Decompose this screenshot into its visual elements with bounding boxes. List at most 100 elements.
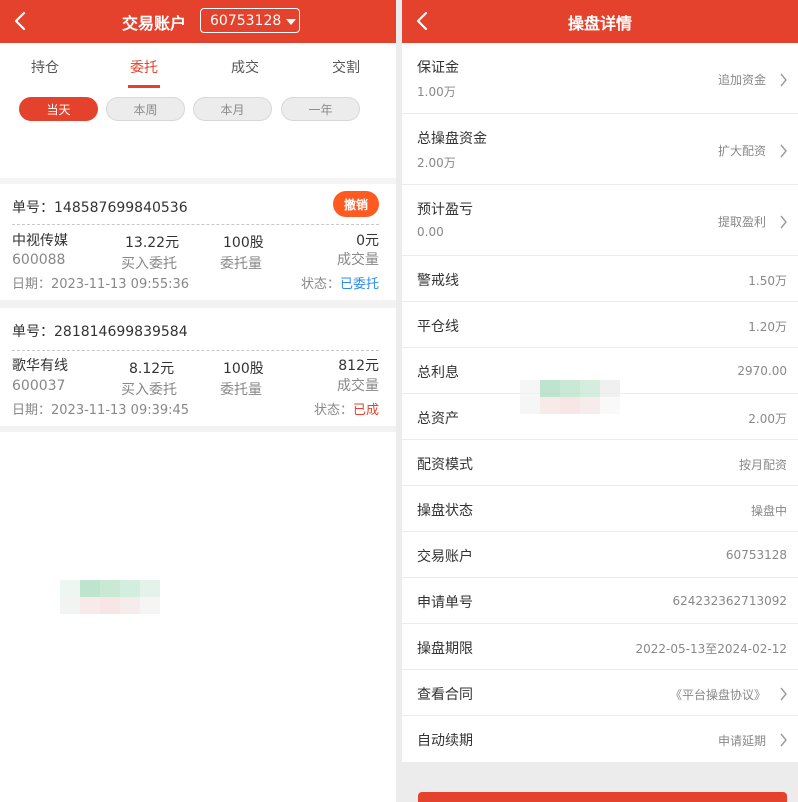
back-button[interactable] bbox=[10, 9, 32, 33]
detail-row-application-no: 申请单号 624232362713092 bbox=[402, 578, 798, 624]
trading-account-panel: 交易账户 60753128 持仓 委托 成交 交割 当天 本周 本月 一年 单号… bbox=[0, 0, 396, 802]
deal-amount-label: 成交量 bbox=[337, 252, 379, 268]
order-status: 状态：已委托 bbox=[301, 276, 379, 294]
row-label: 总资产 bbox=[417, 411, 459, 427]
row-value: 按月配资 bbox=[738, 458, 787, 472]
deal-amount: 0元 bbox=[356, 233, 379, 249]
page-title: 交易账户 bbox=[122, 14, 187, 33]
trading-details-panel: 操盘详情 保证金 1.00万 追加资金 总操盘资金 2.00万 扩大配资 预计盈… bbox=[402, 0, 798, 802]
revoke-button[interactable]: 撤销 bbox=[333, 191, 379, 217]
stock-code: 600037 bbox=[12, 378, 66, 394]
order-quantity: 100股 bbox=[223, 235, 264, 251]
stock-name: 中视传媒 bbox=[12, 233, 68, 249]
withdraw-profit-link[interactable]: 提取盈利 bbox=[718, 213, 766, 230]
blurred-watermark bbox=[60, 580, 160, 614]
row-label: 查看合同 bbox=[417, 687, 473, 703]
card-separator bbox=[0, 300, 396, 308]
order-card: 单号：281814699839584 歌华有线 600037 8.12元 买入委… bbox=[0, 308, 396, 426]
chevron-right-icon bbox=[779, 214, 788, 229]
period-chip-month[interactable]: 本月 bbox=[193, 97, 272, 121]
row-value: 624232362713092 bbox=[672, 594, 787, 608]
page-title: 操盘详情 bbox=[567, 14, 632, 33]
detail-row-trading-account: 交易账户 60753128 bbox=[402, 532, 798, 578]
row-sub-value: 2.00万 bbox=[417, 156, 456, 170]
chevron-right-icon bbox=[779, 732, 788, 747]
row-label: 配资模式 bbox=[417, 457, 473, 473]
order-quantity-label: 委托量 bbox=[220, 382, 262, 398]
blurred-watermark bbox=[520, 380, 620, 414]
row-sub-value: 1.00万 bbox=[417, 85, 456, 99]
order-date: 日期：2023-11-13 09:39:45 bbox=[12, 403, 190, 418]
card-separator bbox=[0, 426, 396, 432]
caret-down-icon bbox=[286, 18, 297, 25]
row-label: 平仓线 bbox=[417, 319, 459, 335]
contract-link[interactable]: 《平台操盘协议》 bbox=[670, 686, 766, 703]
row-sub-value: 0.00 bbox=[417, 225, 444, 239]
dashed-divider bbox=[12, 224, 379, 225]
status-value: 已委托 bbox=[339, 277, 379, 292]
status-label: 状态： bbox=[300, 277, 340, 292]
row-value: 2.00万 bbox=[748, 412, 787, 426]
row-label: 保证金 bbox=[417, 60, 459, 76]
detail-row-trading-status: 操盘状态 操盘中 bbox=[402, 486, 798, 532]
row-value: 操盘中 bbox=[750, 504, 787, 518]
order-price: 8.12元 bbox=[129, 361, 175, 377]
order-number: 单号：148587699840536 bbox=[12, 200, 188, 216]
row-label: 操盘状态 bbox=[417, 503, 473, 519]
detail-row-warning-line: 警戒线 1.50万 bbox=[402, 256, 798, 302]
row-label: 警戒线 bbox=[417, 273, 459, 289]
order-price: 13.22元 bbox=[125, 235, 180, 251]
stock-name: 歌华有线 bbox=[12, 358, 68, 374]
detail-row-trading-period: 操盘期限 2022-05-13至2024-02-12 bbox=[402, 624, 798, 670]
order-card: 单号：148587699840536 撤销 中视传媒 600088 13.22元… bbox=[0, 184, 396, 300]
chevron-right-icon bbox=[779, 72, 788, 87]
row-value: 2970.00 bbox=[737, 364, 787, 378]
deal-amount: 812元 bbox=[338, 358, 379, 374]
row-label: 总操盘资金 bbox=[417, 131, 487, 147]
detail-row-total-funds[interactable]: 总操盘资金 2.00万 扩大配资 bbox=[402, 114, 798, 185]
period-filter: 当天 本周 本月 一年 bbox=[0, 45, 396, 125]
row-label: 申请单号 bbox=[417, 595, 473, 611]
chevron-left-icon bbox=[14, 11, 26, 31]
row-label: 自动续期 bbox=[417, 733, 473, 749]
order-number: 单号：281814699839584 bbox=[12, 324, 188, 340]
detail-row-estimated-pl[interactable]: 预计盈亏 0.00 提取盈利 bbox=[402, 185, 798, 256]
account-selector[interactable]: 60753128 bbox=[200, 8, 300, 33]
detail-row-view-contract[interactable]: 查看合同 《平台操盘协议》 bbox=[402, 670, 798, 716]
account-number: 60753128 bbox=[210, 12, 282, 29]
row-value: 1.50万 bbox=[748, 274, 787, 288]
chevron-right-icon bbox=[779, 143, 788, 158]
row-value: 60753128 bbox=[725, 548, 787, 562]
expand-funds-link[interactable]: 扩大配资 bbox=[718, 142, 766, 159]
order-price-label: 买入委托 bbox=[121, 256, 177, 272]
bottom-action-button[interactable] bbox=[418, 792, 787, 802]
detail-row-liquidation-line: 平仓线 1.20万 bbox=[402, 302, 798, 348]
period-chip-week[interactable]: 本周 bbox=[106, 97, 185, 121]
right-header: 操盘详情 bbox=[402, 0, 798, 43]
row-label: 预计盈亏 bbox=[417, 202, 473, 218]
chevron-right-icon bbox=[779, 686, 788, 701]
order-price-label: 买入委托 bbox=[121, 382, 177, 398]
status-value: 已成 bbox=[352, 403, 379, 418]
detail-row-funding-mode: 配资模式 按月配资 bbox=[402, 440, 798, 486]
dashed-divider bbox=[12, 350, 379, 351]
row-value: 2022-05-13至2024-02-12 bbox=[635, 642, 787, 656]
detail-row-auto-renew[interactable]: 自动续期 申请延期 bbox=[402, 716, 798, 762]
row-label: 总利息 bbox=[417, 365, 459, 381]
detail-row-margin[interactable]: 保证金 1.00万 追加资金 bbox=[402, 43, 798, 114]
period-chip-year[interactable]: 一年 bbox=[281, 97, 360, 121]
status-label: 状态： bbox=[313, 403, 353, 418]
period-chip-today[interactable]: 当天 bbox=[19, 97, 98, 121]
order-status: 状态：已成 bbox=[314, 402, 379, 420]
stock-code: 600088 bbox=[12, 252, 66, 268]
order-quantity: 100股 bbox=[223, 361, 264, 377]
extend-link[interactable]: 申请延期 bbox=[718, 732, 766, 749]
row-value: 1.20万 bbox=[748, 320, 787, 334]
order-quantity-label: 委托量 bbox=[220, 256, 262, 272]
order-date: 日期：2023-11-13 09:55:36 bbox=[12, 277, 190, 292]
row-label: 交易账户 bbox=[417, 549, 473, 565]
deal-amount-label: 成交量 bbox=[337, 378, 379, 394]
row-label: 操盘期限 bbox=[417, 641, 473, 657]
add-funds-link[interactable]: 追加资金 bbox=[718, 71, 766, 88]
left-header: 交易账户 60753128 bbox=[0, 0, 396, 43]
